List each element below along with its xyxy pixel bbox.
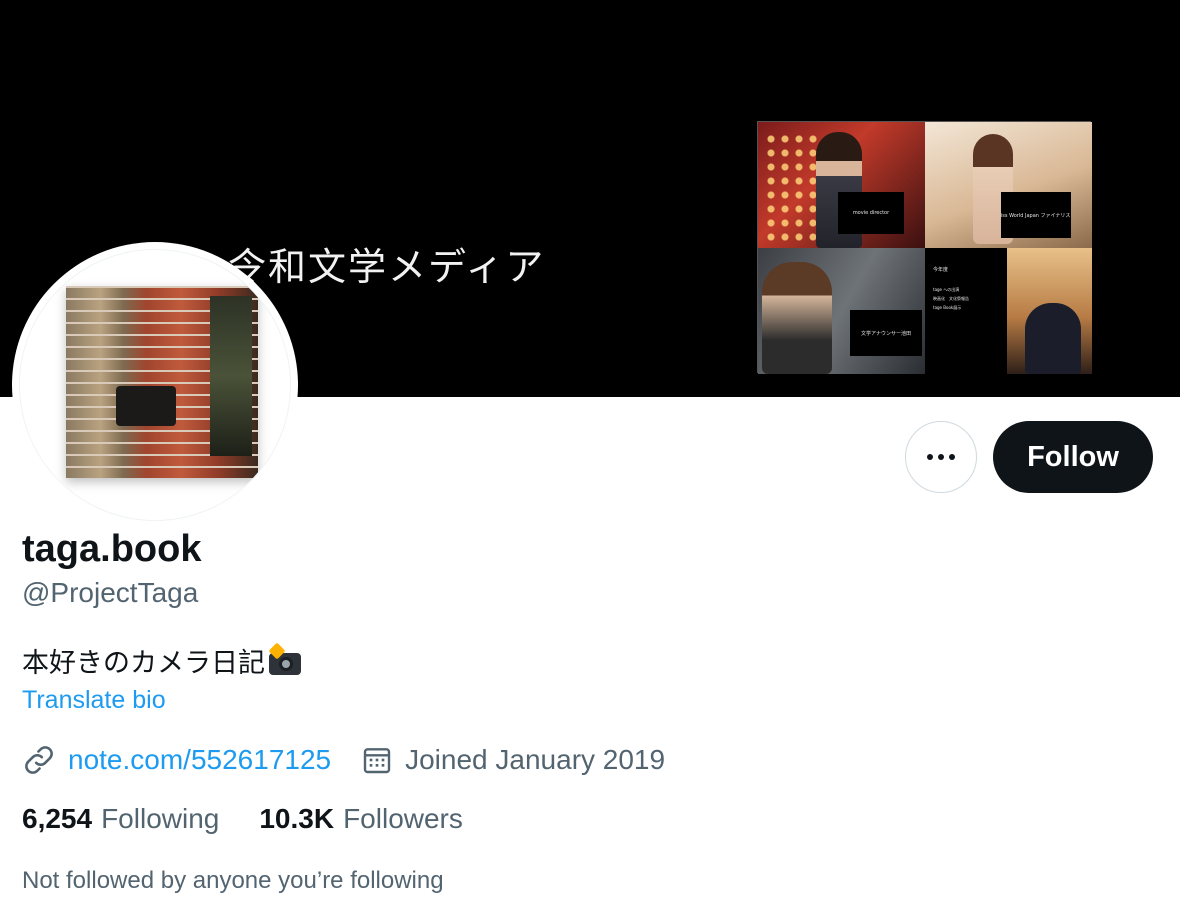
bio: 本好きのカメラ日記: [22, 641, 303, 680]
tile-caption: movie director: [838, 192, 904, 234]
more-icon: [927, 454, 955, 460]
website-link[interactable]: note.com/552617125: [68, 744, 331, 776]
tile-caption: Miss World Japan ファイナリスト: [1001, 192, 1071, 238]
collage-tile-list: 今年度 tage への出演 映画化 文化祭報告 tage Book展示: [925, 248, 1092, 374]
tile-list: 今年度 tage への出演 映画化 文化祭報告 tage Book展示: [933, 266, 1003, 312]
more-options-button[interactable]: [905, 421, 977, 493]
tile-list-head: 今年度: [933, 267, 949, 273]
tile-list-line: tage への出演: [933, 287, 960, 292]
follow-button[interactable]: Follow: [993, 421, 1153, 493]
collage-tile-announcer: 文学アナウンサー池田: [758, 248, 925, 374]
following-stat[interactable]: 6,254 Following: [22, 803, 219, 835]
banner-title: 令和文学メディア: [228, 245, 546, 289]
calendar-icon: [363, 748, 391, 774]
camera-flash-emoji: [267, 642, 303, 675]
website-item[interactable]: note.com/552617125: [22, 743, 331, 777]
tile-list-line: tage Book展示: [933, 305, 962, 310]
joined-item: Joined January 2019: [361, 744, 665, 776]
tile-list-line: 映画化 文化祭報告: [933, 296, 969, 301]
following-label: Following: [101, 803, 220, 834]
avatar-photo: [66, 286, 258, 478]
profile-page: 令和文学メディア movie director Miss World Japan…: [0, 0, 1180, 918]
followed-by-note: Not followed by anyone you’re following: [22, 867, 444, 894]
banner-collage: movie director Miss World Japan ファイナリスト …: [757, 121, 1092, 374]
collage-tile-finalist: Miss World Japan ファイナリスト: [925, 122, 1092, 248]
user-handle: @ProjectTaga: [22, 577, 199, 608]
translate-bio-link[interactable]: Translate bio: [22, 686, 166, 715]
display-name: taga.book: [22, 528, 202, 570]
profile-meta: note.com/552617125 Joined January 2019: [22, 740, 665, 780]
tile-caption: 文学アナウンサー池田: [850, 310, 922, 356]
avatar-frame: [19, 249, 291, 521]
link-icon: [25, 746, 53, 774]
avatar[interactable]: [12, 242, 298, 528]
bio-text: 本好きのカメラ日記: [22, 648, 265, 679]
follow-stats: 6,254 Following 10.3K Followers: [22, 803, 463, 835]
followers-count: 10.3K: [259, 803, 335, 834]
following-count: 6,254: [22, 803, 93, 834]
joined-date: Joined January 2019: [405, 744, 666, 775]
followers-stat[interactable]: 10.3K Followers: [259, 803, 463, 835]
collage-tile-director: movie director: [758, 122, 925, 248]
followers-label: Followers: [343, 803, 463, 834]
